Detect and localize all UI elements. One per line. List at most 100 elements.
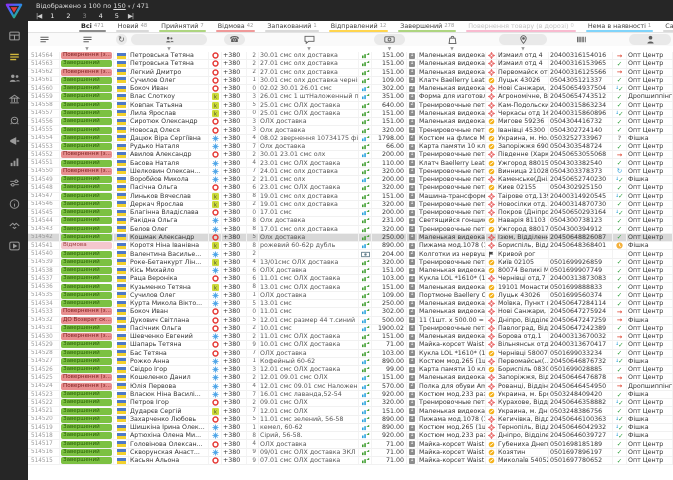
table-row[interactable]: 514535 Завершений Сучилов Олег +380 1 ОЛХ дос… [28, 291, 673, 300]
sidebar-item-orders[interactable] [5, 49, 23, 64]
table-row[interactable]: 514550 Повернення (з... Шелковин Олексан..… [28, 167, 673, 176]
sidebar-item-megaphone[interactable] [5, 133, 23, 148]
column-header-client[interactable] [131, 34, 207, 45]
sidebar-item-people[interactable] [5, 70, 23, 85]
table-row[interactable]: 514549 Завершений Воробйов Микола +380 2 21.0… [28, 175, 673, 185]
column-header-product[interactable] [418, 33, 486, 46]
table-row[interactable]: 514531 Завершений Пасічник Ольга +380 2 10.01… [28, 324, 673, 334]
table-row[interactable]: 514518 Завершений Артюхіна Олена Ми... +380… [28, 432, 673, 441]
table-row[interactable]: 514532 ДО Возврат ск... Дукович Світлана +3… [28, 316, 673, 325]
column-header-items-count[interactable] [407, 33, 418, 46]
page-button-2[interactable]: 2 [66, 12, 70, 20]
tab-9[interactable]: Нема в наявності 1 [581, 21, 658, 32]
column-header-ttn[interactable] [549, 33, 613, 46]
table-row[interactable]: 514540 Завершений Валентина Василье... +380… [28, 250, 673, 259]
first-page-button[interactable]: |◀ [36, 12, 42, 20]
table-row[interactable]: 514515 Завершений Касьян Альона +380 9 07.01 … [28, 457, 673, 466]
table-row[interactable]: 514555 Завершений Новосад Олеся +380 3 Олх до… [28, 126, 673, 135]
table-row[interactable]: 514519 Завершений Шишкіна Ірина Олек... +38… [28, 423, 673, 433]
sidebar-item-play[interactable] [5, 238, 23, 253]
tab-7[interactable]: Завершений 278 [393, 21, 461, 32]
table-row[interactable]: 514556 Завершений Сиротюк Олександр +380 3 ОЛ… [28, 118, 673, 127]
column-header-phone[interactable]: ☎ [224, 34, 245, 45]
app-logo-icon[interactable] [5, 3, 23, 19]
table-row[interactable]: 514527 Завершений Рожко Анна +380 1 Кофейный … [28, 357, 673, 367]
table-row[interactable]: 514543 Завершений Белов Олег +380 8 17.01 смс… [28, 225, 673, 234]
column-header-contact-state[interactable]: ↻ [116, 34, 127, 45]
table-row[interactable]: 514529 Завершений Шапарь Тетяна +380 9 10.01 … [28, 341, 673, 350]
table-row[interactable]: 514558 Завершений Ковпак Татьяна k +380 5 25.0… [28, 101, 673, 110]
table-row[interactable]: 514538 Завершений Кісь Михайло +380 6 ОЛХ дос… [28, 266, 673, 276]
column-header-status[interactable] [60, 33, 114, 46]
table-row[interactable]: 514559 Завершений Влас Слоткоу k +380 3 26.01 … [28, 93, 673, 102]
tab-8[interactable]: Повернення товару (в дорозі) 0 [461, 21, 581, 32]
table-row[interactable]: 514548 Завершений Пасічна Ольга +380 6 23.01 … [28, 184, 673, 193]
table-row[interactable]: 514562 Повернення (з... Легкий Дмитро +380 2… [28, 68, 673, 77]
tab-6[interactable]: Відправлений 12 [324, 21, 394, 32]
sidebar-item-piggy[interactable] [5, 112, 23, 127]
sidebar-item-chart[interactable] [5, 154, 23, 169]
page-button-5[interactable]: 5 [115, 12, 119, 20]
range-dropdown-caret-icon[interactable]: ▾ [128, 4, 131, 10]
tab-10[interactable]: Самовивіз2 [658, 21, 673, 32]
page-button-1[interactable]: 1 [50, 12, 54, 20]
table-row[interactable]: 514554 Завершений Дацюк Віра Сергіївна +380… [28, 134, 673, 143]
table-row[interactable]: 514516 Завершений Скворунская Анаст... +380… [28, 448, 673, 458]
table-row[interactable]: 514528 Завершений Бас Тетяна +380 7 ОЛХ доста… [28, 349, 673, 358]
tab-1[interactable]: Всі 471 [74, 21, 111, 32]
column-header-id[interactable] [28, 33, 60, 46]
table-row[interactable]: 514520 Завершений Захарченко Любовь +380 5 11… [28, 415, 673, 424]
table-row[interactable]: 514541 Відмова Коротя Ніна Іванівна k +380 8 р… [28, 242, 673, 251]
table-row[interactable]: 514551 Завершений Басова Наталя +380 4 23.01 … [28, 159, 673, 168]
tab-3[interactable]: Прийнятий 7 [154, 21, 211, 32]
sidebar-item-sliders[interactable] [5, 175, 23, 190]
table-row[interactable]: 514547 Завершений Линьков Вячеслав k +380 8 19… [28, 192, 673, 201]
table-row[interactable]: 514536 Завершений Кузьменко Тетяна k +380 8 13… [28, 283, 673, 292]
table-row[interactable]: 514542 Завершений Кошмак Александр +380 5 Олх… [28, 233, 673, 243]
column-header-carrier[interactable] [486, 33, 497, 46]
table-row[interactable]: 514522 Завершений Петров Ігор +380 2 09.01 см… [28, 399, 673, 408]
table-row[interactable]: 514526 Завершений Свідро Ігор +380 3 12.01 см… [28, 366, 673, 375]
column-header-branch[interactable] [499, 34, 547, 45]
table-row[interactable]: 514545 Завершений Благінна Владіслава +380 0… [28, 209, 673, 218]
column-header-comments-count[interactable] [247, 33, 259, 46]
sidebar-item-grid[interactable] [5, 28, 23, 43]
table-row[interactable]: 514530 Повернення (з... Шевченко Евгений +3… [28, 333, 673, 342]
table-row[interactable]: 514521 Завершений Дударєв Сергій k +380 7 12.0… [28, 407, 673, 416]
table-row[interactable]: 514564 Повернення (з... Петровська Тетяна +… [28, 52, 673, 61]
table-row[interactable]: 514563 Завершений Петровська Тетяна +380 2 27… [28, 60, 673, 69]
table-row[interactable]: 514537 Завершений Раца Вероніка +380 6 11.01 … [28, 275, 673, 284]
last-page-button[interactable]: ▶| [128, 12, 134, 20]
tab-2[interactable]: Новий 48 [111, 21, 154, 32]
table-row[interactable]: 514524 Повернення (з... Юлія Первова +380 4 1… [28, 382, 673, 391]
table-row[interactable]: 514557 Завершений Лила Ярослав k +380 0 25.01 … [28, 109, 673, 119]
sidebar-item-info[interactable] [5, 196, 23, 211]
column-header-channel[interactable] [629, 34, 671, 45]
sidebar-item-building[interactable] [5, 91, 23, 106]
tab-5[interactable]: Запакований 1 [260, 21, 323, 32]
table-row[interactable]: 514552 Повернення (з... Авилов Александр +3… [28, 151, 673, 160]
column-header-payment[interactable] [359, 33, 372, 46]
items-count-badge: 2 [407, 85, 418, 93]
column-header-amount[interactable] [374, 34, 405, 45]
table-row[interactable]: 514517 Завершений Головінова Олексан... +38… [28, 440, 673, 449]
table-row[interactable]: 514533 Повернення (з... Бокоч Иван +380 0 11.… [28, 308, 673, 317]
page-button-3[interactable]: 3 [82, 12, 86, 20]
table-row[interactable]: 514560 Завершений Бокоч Иван +380 0 02.02 30.… [28, 85, 673, 94]
table-row[interactable]: 514534 Завершений Курта Микола Вікто... +38… [28, 299, 673, 309]
table-row[interactable]: 514546 Завершений Деркач Ярослав k +380 2 19.0… [28, 200, 673, 210]
table-row[interactable]: 514561 Завершений Сучилов Олег +380 1 30.01 с… [28, 76, 673, 86]
table-row[interactable]: 514523 Завершений Власюк Ніна Василі... +38… [28, 390, 673, 400]
table-row[interactable]: 514539 Завершений Роке-Бетанкурт Лін... k +3… [28, 258, 673, 267]
column-header-source[interactable] [209, 33, 222, 46]
range-value[interactable]: 150 [113, 2, 125, 10]
column-header-comment[interactable] [259, 33, 359, 46]
column-header-delivery-state[interactable] [613, 33, 627, 46]
table-row[interactable]: 514553 Завершений Рудько Наталя +380 7 Олх до… [28, 142, 673, 152]
sidebar-item-hands[interactable] [5, 217, 23, 232]
tab-4[interactable]: Відмова 42 [211, 21, 261, 32]
table-row[interactable]: 514525 Повернення (з... Кошеленко Данил +38… [28, 374, 673, 383]
comments-count: 7 [247, 167, 259, 175]
page-button-4[interactable]: 4 [99, 12, 103, 20]
table-row[interactable]: 514544 Завершений Ракідна Ольга +380 8 Олх до… [28, 217, 673, 226]
